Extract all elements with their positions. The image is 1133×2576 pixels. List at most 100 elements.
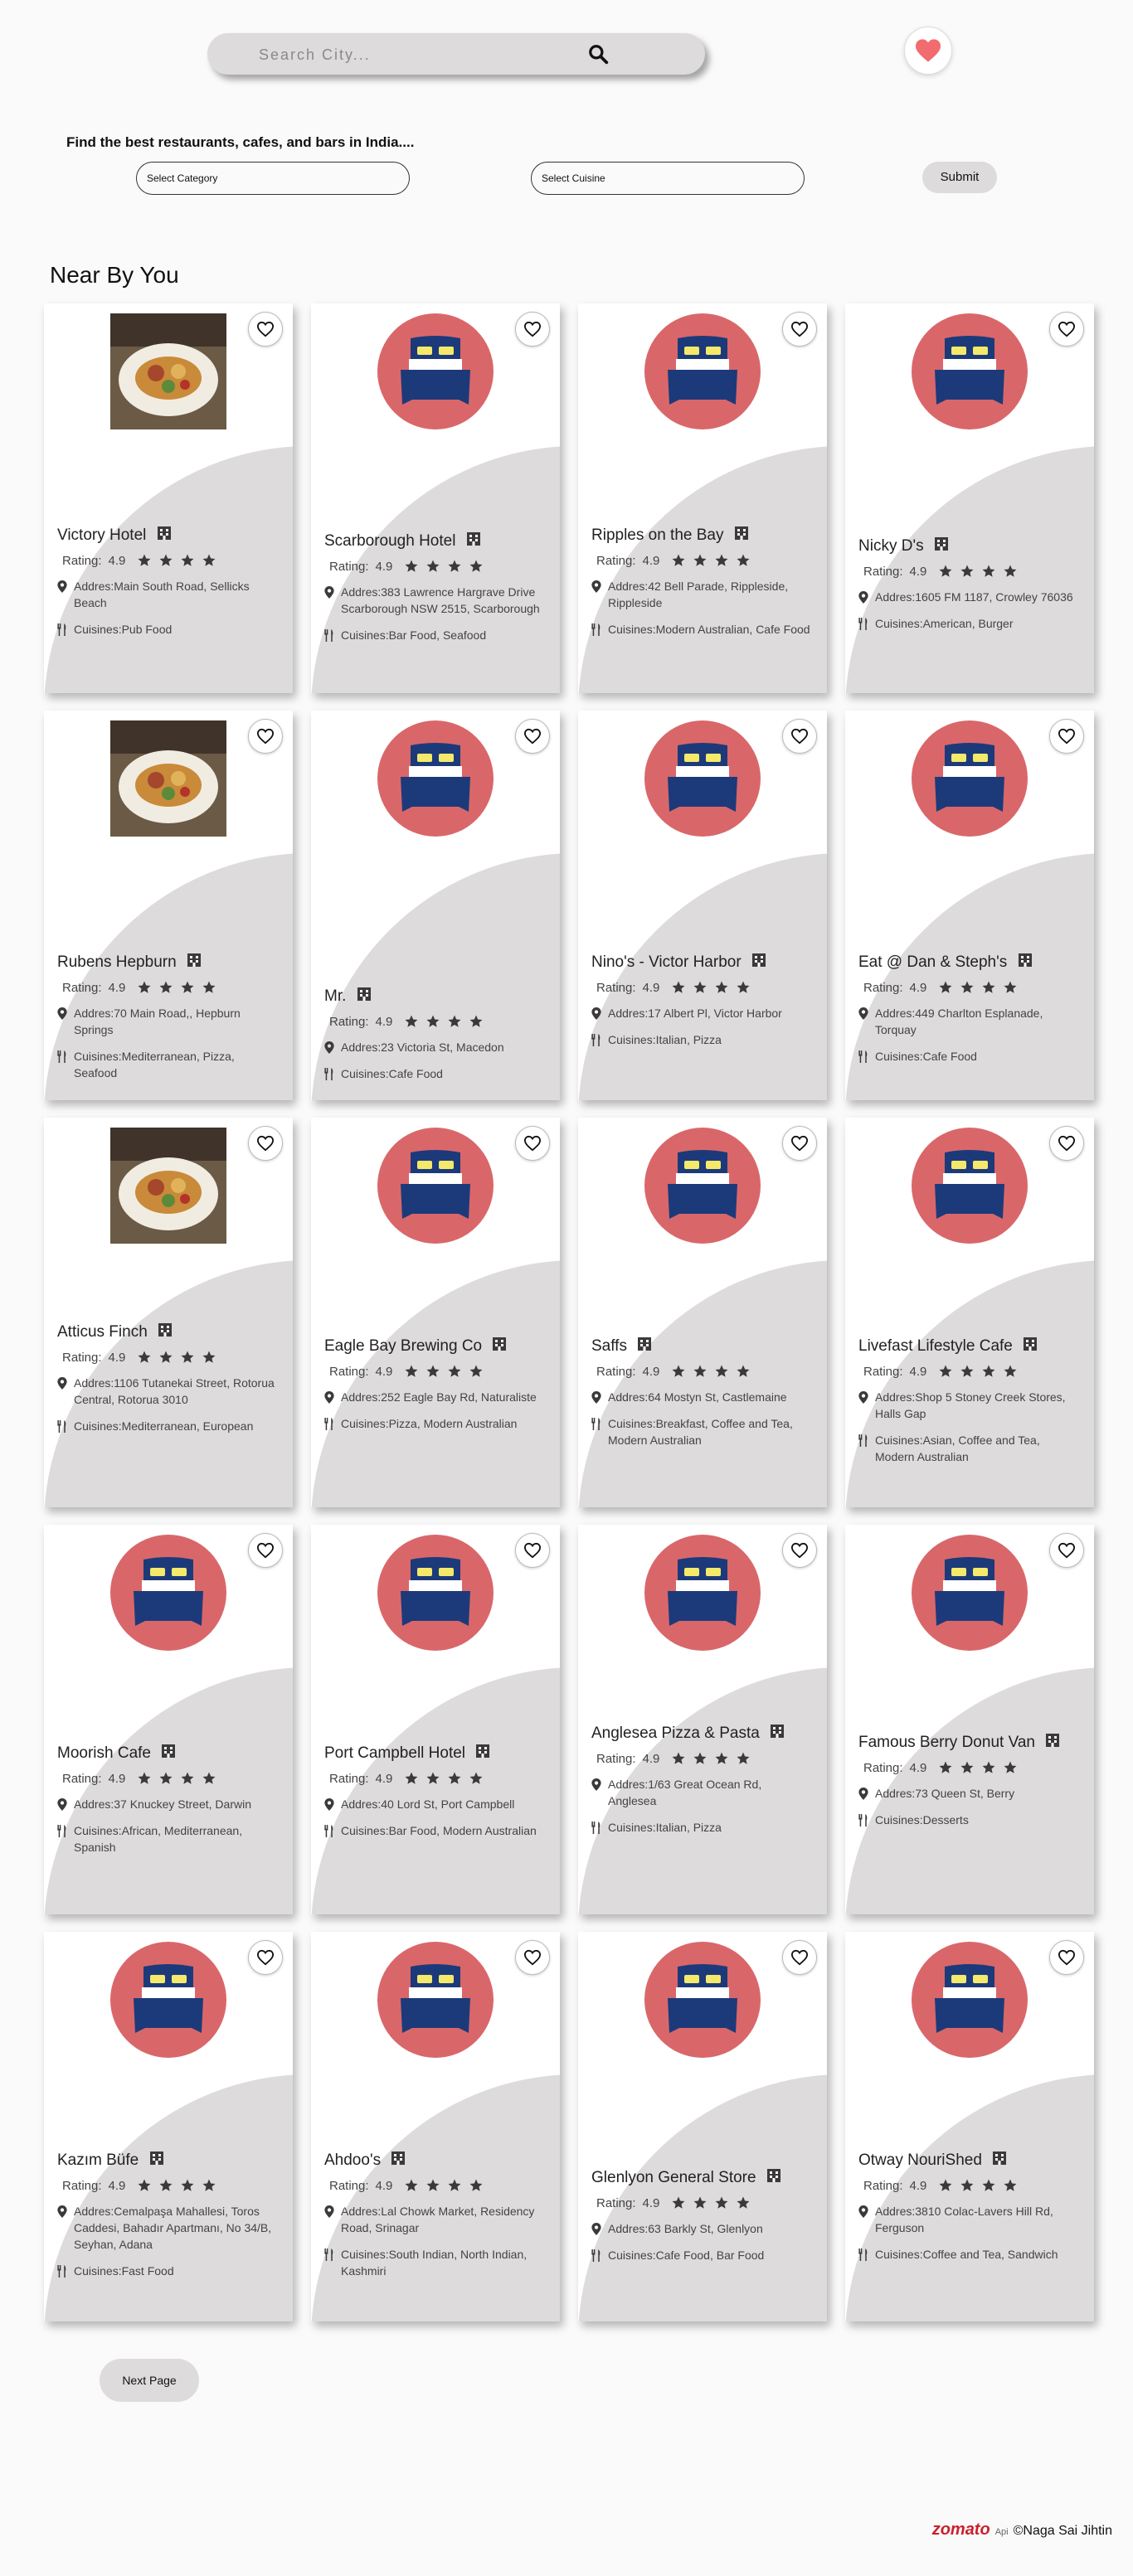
restaurant-info: Eagle Bay Brewing Co Rating: 4.9 Addres:…	[324, 1336, 543, 1432]
add-favorite-button[interactable]	[248, 312, 283, 347]
restaurant-card[interactable]: Saffs Rating: 4.9 Addres:64 Mostyn St, C…	[578, 1118, 827, 1507]
restaurant-card[interactable]: Ripples on the Bay Rating: 4.9 Addres:42…	[578, 303, 827, 693]
restaurant-card[interactable]: Livefast Lifestyle Cafe Rating: 4.9 Addr…	[845, 1118, 1094, 1507]
restaurant-card[interactable]: Glenlyon General Store Rating: 4.9 Addre…	[578, 1932, 827, 2321]
add-favorite-button[interactable]	[782, 1533, 817, 1568]
restaurant-name[interactable]: Glenlyon General Store	[591, 2167, 810, 2189]
restaurant-name[interactable]: Nicky D's	[858, 536, 1077, 557]
restaurant-card[interactable]: Victory Hotel Rating: 4.9 Addres:Main So…	[44, 303, 293, 693]
restaurant-card[interactable]: Anglesea Pizza & Pasta Rating: 4.9 Addre…	[578, 1525, 827, 1914]
restaurant-name[interactable]: Eat @ Dan & Steph's	[858, 952, 1077, 973]
restaurant-card[interactable]: Scarborough Hotel Rating: 4.9 Addres:383…	[311, 303, 560, 693]
address-row: Addres:70 Main Road,, Hepburn Springs	[57, 1005, 276, 1038]
star-icon	[159, 1351, 173, 1363]
rating-row: Rating: 4.9	[324, 1014, 543, 1029]
restaurant-card[interactable]: Nicky D's Rating: 4.9 Addres:1605 FM 118…	[845, 303, 1094, 693]
add-favorite-button[interactable]	[515, 719, 550, 754]
restaurant-name[interactable]: Eagle Bay Brewing Co	[324, 1336, 543, 1357]
add-favorite-button[interactable]	[1049, 1126, 1084, 1161]
zomato-logo[interactable]: zomato	[932, 2520, 990, 2540]
star-rating	[938, 1364, 1018, 1379]
add-favorite-button[interactable]	[782, 312, 817, 347]
restaurant-card[interactable]: Famous Berry Donut Van Rating: 4.9 Addre…	[845, 1525, 1094, 1914]
add-favorite-button[interactable]	[515, 1940, 550, 1975]
add-favorite-button[interactable]	[782, 719, 817, 754]
restaurant-name[interactable]: Saffs	[591, 1336, 810, 1357]
star-rating	[938, 2178, 1018, 2193]
restaurant-name[interactable]: Mr.	[324, 986, 543, 1007]
restaurant-name[interactable]: Kazım Büfe	[57, 2150, 276, 2171]
map-pin-icon	[57, 1377, 67, 1390]
restaurant-name[interactable]: Atticus Finch	[57, 1322, 276, 1343]
map-pin-icon	[858, 1007, 868, 1020]
rating-row: Rating: 4.9	[57, 2178, 276, 2193]
building-icon	[466, 532, 480, 546]
map-pin-icon	[858, 1788, 868, 1800]
star-icon	[448, 1365, 461, 1377]
map-pin-icon	[324, 1391, 334, 1404]
restaurant-name[interactable]: Ripples on the Bay	[591, 525, 810, 546]
restaurant-name[interactable]: Anglesea Pizza & Pasta	[591, 1723, 810, 1744]
add-favorite-button[interactable]	[515, 312, 550, 347]
rating-value: 4.9	[642, 553, 660, 568]
restaurant-placeholder-image	[377, 720, 494, 837]
heart-outline-icon	[523, 1135, 542, 1152]
add-favorite-button[interactable]	[782, 1940, 817, 1975]
heart-outline-icon	[1058, 321, 1076, 337]
restaurant-card[interactable]: Rubens Hepburn Rating: 4.9 Addres:70 Mai…	[44, 711, 293, 1100]
star-icon	[715, 981, 728, 993]
restaurant-name[interactable]: Moorish Cafe	[57, 1743, 276, 1764]
star-icon	[982, 981, 995, 993]
restaurant-card[interactable]: Nino's - Victor Harbor Rating: 4.9 Addre…	[578, 711, 827, 1100]
restaurant-name[interactable]: Scarborough Hotel	[324, 531, 543, 552]
add-favorite-button[interactable]	[1049, 312, 1084, 347]
restaurant-card[interactable]: Moorish Cafe Rating: 4.9 Addres:37 Knuck…	[44, 1525, 293, 1914]
rating-value: 4.9	[375, 559, 393, 574]
address-row: Addres:Shop 5 Stoney Creek Stores, Halls…	[858, 1389, 1077, 1422]
restaurant-card[interactable]: Eagle Bay Brewing Co Rating: 4.9 Addres:…	[311, 1118, 560, 1507]
restaurant-name[interactable]: Victory Hotel	[57, 525, 276, 546]
restaurant-name[interactable]: Otway NouriShed	[858, 2150, 1077, 2171]
restaurant-card[interactable]: Ahdoo's Rating: 4.9 Addres:Lal Chowk Mar…	[311, 1932, 560, 2321]
restaurant-name[interactable]: Ahdoo's	[324, 2150, 543, 2171]
add-favorite-button[interactable]	[248, 1126, 283, 1161]
building-icon	[993, 2152, 1007, 2165]
restaurant-name[interactable]: Nino's - Victor Harbor	[591, 952, 810, 973]
star-rating	[671, 980, 751, 995]
restaurant-card[interactable]: Atticus Finch Rating: 4.9 Addres:1106 Tu…	[44, 1118, 293, 1507]
star-icon	[202, 554, 216, 566]
add-favorite-button[interactable]	[515, 1533, 550, 1568]
star-icon	[982, 2179, 995, 2191]
star-icon	[960, 565, 974, 577]
star-icon	[1004, 2179, 1017, 2191]
rating-row: Rating: 4.9	[324, 559, 543, 574]
restaurant-name[interactable]: Port Campbell Hotel	[324, 1743, 543, 1764]
restaurant-card[interactable]: Mr. Rating: 4.9 Addres:23 Victoria St, M…	[311, 711, 560, 1100]
add-favorite-button[interactable]	[515, 1126, 550, 1161]
restaurant-card[interactable]: Kazım Büfe Rating: 4.9 Addres:Cemalpaşa …	[44, 1932, 293, 2321]
restaurant-name[interactable]: Livefast Lifestyle Cafe	[858, 1336, 1077, 1357]
rating-value: 4.9	[108, 980, 126, 995]
restaurant-card[interactable]: Port Campbell Hotel Rating: 4.9 Addres:4…	[311, 1525, 560, 1914]
address-text: Addres:37 Knuckey Street, Darwin	[74, 1797, 251, 1811]
add-favorite-button[interactable]	[1049, 1940, 1084, 1975]
restaurant-card[interactable]: Otway NouriShed Rating: 4.9 Addres:3810 …	[845, 1932, 1094, 2321]
rating-value: 4.9	[909, 980, 927, 995]
restaurant-name[interactable]: Rubens Hepburn	[57, 952, 276, 973]
rating-row: Rating: 4.9	[57, 1350, 276, 1365]
add-favorite-button[interactable]	[248, 1940, 283, 1975]
add-favorite-button[interactable]	[248, 719, 283, 754]
add-favorite-button[interactable]	[1049, 1533, 1084, 1568]
add-favorite-button[interactable]	[1049, 719, 1084, 754]
cuisines-row: Cuisines:Mediterranean, European	[57, 1418, 276, 1434]
restaurant-name[interactable]: Famous Berry Donut Van	[858, 1732, 1077, 1754]
next-page-button[interactable]: Next Page	[100, 2359, 199, 2402]
restaurant-info: Glenlyon General Store Rating: 4.9 Addre…	[591, 2167, 810, 2263]
add-favorite-button[interactable]	[782, 1126, 817, 1161]
star-icon	[469, 2179, 483, 2191]
rating-value: 4.9	[642, 2195, 660, 2210]
add-favorite-button[interactable]	[248, 1533, 283, 1568]
restaurant-card[interactable]: Eat @ Dan & Steph's Rating: 4.9 Addres:4…	[845, 711, 1094, 1100]
restaurant-name-text: Nicky D's	[858, 537, 924, 555]
rating-label: Rating:	[596, 980, 636, 995]
